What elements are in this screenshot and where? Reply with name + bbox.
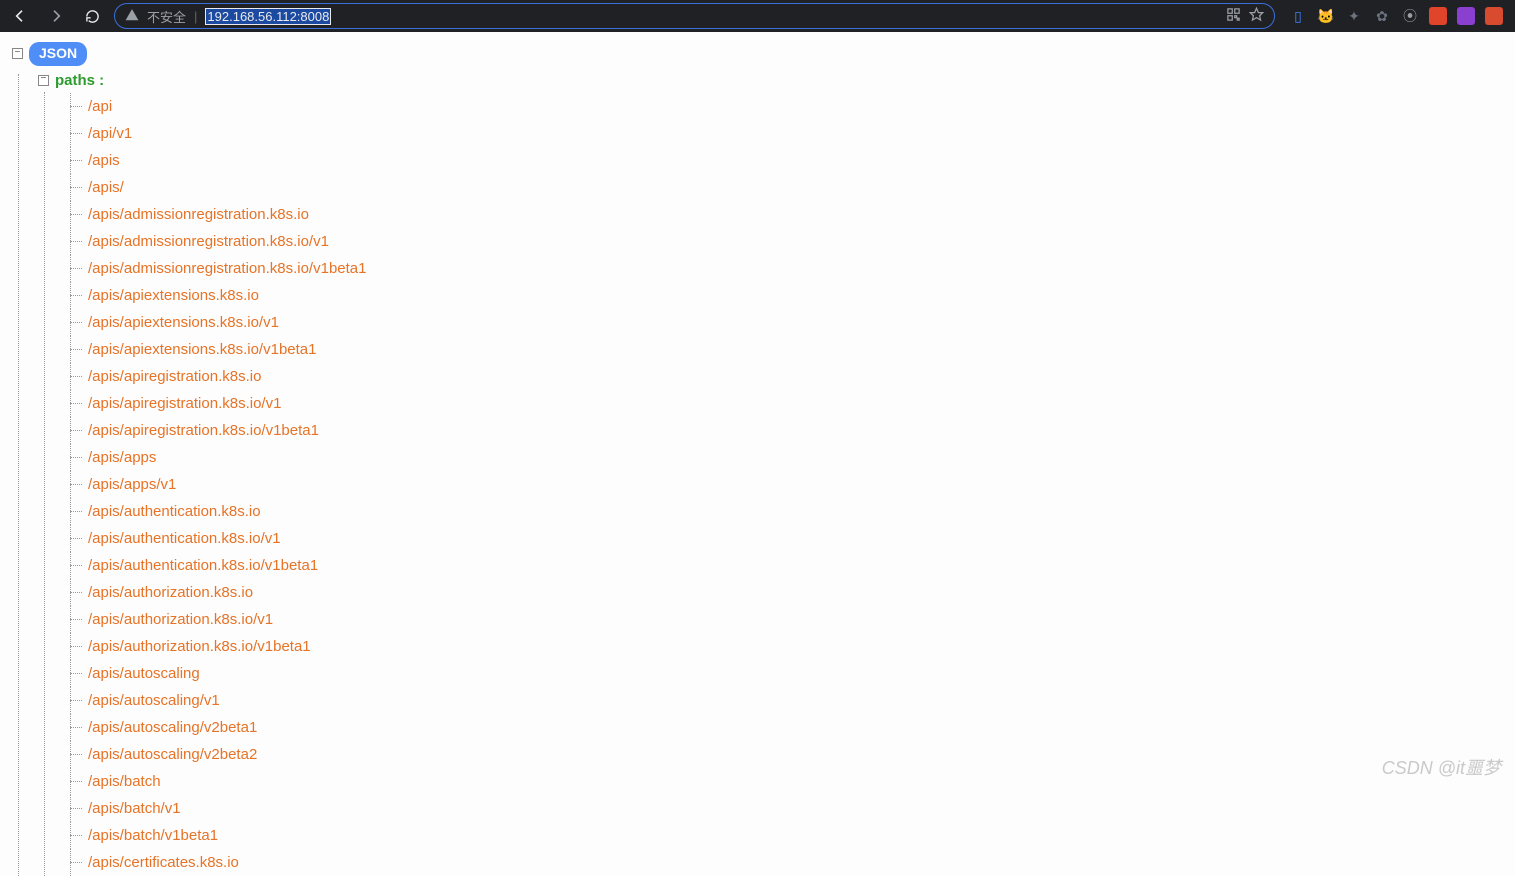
insecure-label: 不安全 [147,7,186,26]
path-item[interactable]: /apis/authentication.k8s.io [70,498,1503,525]
path-item[interactable]: /apis/admissionregistration.k8s.io/v1bet… [70,255,1503,282]
json-root-row: − JSON [12,42,1503,66]
path-item[interactable]: /apis/authentication.k8s.io/v1beta1 [70,552,1503,579]
path-item[interactable]: /apis/autoscaling/v2beta1 [70,714,1503,741]
paths-list: /api/api/v1/apis/apis//apis/admissionreg… [70,93,1503,876]
path-item[interactable]: /apis/authorization.k8s.io/v1beta1 [70,633,1503,660]
ext-icon-3[interactable]: ✦ [1345,7,1363,25]
ext-icon-7[interactable] [1457,7,1475,25]
path-item[interactable]: /apis/apps/v1 [70,471,1503,498]
extension-icons: ▯ 🐱 ✦ ✿ ⦿ [1283,7,1509,25]
ext-icon-5[interactable]: ⦿ [1401,7,1419,25]
insecure-warning-icon [125,8,139,25]
paths-key-label: paths : [55,70,104,91]
browser-toolbar: 不安全 | 192.168.56.112:8008 ▯ 🐱 ✦ ✿ ⦿ [0,0,1515,32]
back-button[interactable] [6,2,34,30]
separator: | [194,9,197,24]
json-root-badge: JSON [29,42,87,66]
paths-key-row: − paths : [38,70,1503,91]
path-item[interactable]: /apis/apiextensions.k8s.io/v1 [70,309,1503,336]
ext-icon-4[interactable]: ✿ [1373,7,1391,25]
path-item[interactable]: /api [70,93,1503,120]
forward-button[interactable] [42,2,70,30]
path-item[interactable]: /apis/admissionregistration.k8s.io [70,201,1503,228]
collapse-toggle-paths[interactable]: − [38,75,49,86]
path-item[interactable]: /apis/apps [70,444,1503,471]
reload-button[interactable] [78,2,106,30]
path-item[interactable]: /apis/batch/v1 [70,795,1503,822]
path-item[interactable]: /apis/authentication.k8s.io/v1 [70,525,1503,552]
path-item[interactable]: /apis/apiextensions.k8s.io [70,282,1503,309]
ext-icon-6[interactable] [1429,7,1447,25]
path-item[interactable]: /apis/certificates.k8s.io [70,849,1503,876]
collapse-toggle-root[interactable]: − [12,48,23,59]
path-item[interactable]: /apis/apiregistration.k8s.io [70,363,1503,390]
ext-icon-1[interactable]: ▯ [1289,7,1307,25]
qr-icon[interactable] [1226,7,1241,25]
address-bar[interactable]: 不安全 | 192.168.56.112:8008 [114,3,1275,29]
path-item[interactable]: /apis/autoscaling/v1 [70,687,1503,714]
path-item[interactable]: /apis [70,147,1503,174]
path-item[interactable]: /apis/authorization.k8s.io [70,579,1503,606]
path-item[interactable]: /apis/apiextensions.k8s.io/v1beta1 [70,336,1503,363]
page-content: − JSON − paths : /api/api/v1/apis/apis//… [0,32,1515,876]
path-item[interactable]: /apis/batch [70,768,1503,795]
ext-icon-8[interactable] [1485,7,1503,25]
path-item[interactable]: /api/v1 [70,120,1503,147]
path-item[interactable]: /apis/autoscaling/v2beta2 [70,741,1503,768]
star-icon[interactable] [1249,7,1264,25]
path-item[interactable]: /apis/apiregistration.k8s.io/v1 [70,390,1503,417]
url-text[interactable]: 192.168.56.112:8008 [205,8,331,25]
path-item[interactable]: /apis/autoscaling [70,660,1503,687]
path-item[interactable]: /apis/admissionregistration.k8s.io/v1 [70,228,1503,255]
ext-icon-2[interactable]: 🐱 [1317,7,1335,25]
path-item[interactable]: /apis/ [70,174,1503,201]
path-item[interactable]: /apis/authorization.k8s.io/v1 [70,606,1503,633]
path-item[interactable]: /apis/batch/v1beta1 [70,822,1503,849]
path-item[interactable]: /apis/apiregistration.k8s.io/v1beta1 [70,417,1503,444]
